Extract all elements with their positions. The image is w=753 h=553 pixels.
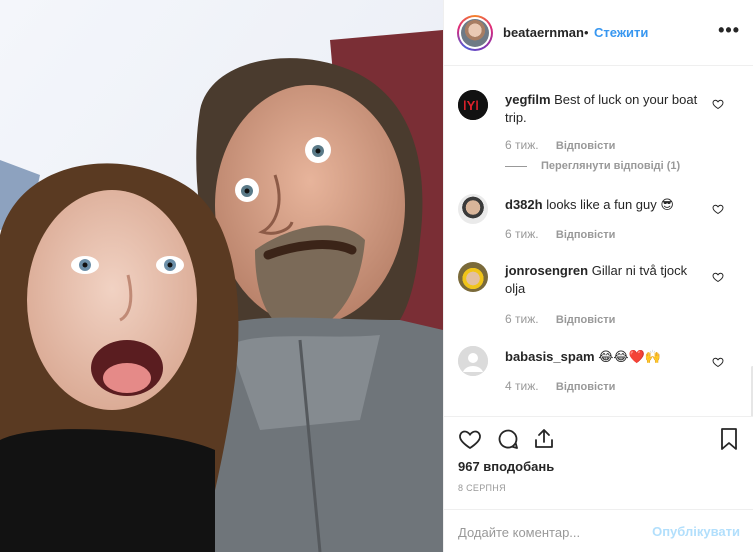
comment-text-block: jonrosengren Gillar ni två tjock olja [505,262,705,298]
comment-time[interactable]: 6 тиж. [505,227,539,241]
view-replies-label: Переглянути відповіді (1) [541,160,681,172]
comment-text-block: babasis_spam 😂😂❤️🙌 [505,348,705,366]
comment-text: looks like a fun guy 😎 [546,197,674,212]
reply-button[interactable]: Відповісти [556,229,615,241]
comment-time[interactable]: 6 тиж. [505,312,539,326]
header-separator: • [584,25,589,40]
bookmark-icon[interactable] [717,427,741,451]
like-comment-heart-icon[interactable] [712,356,724,368]
author-avatar[interactable] [457,15,493,51]
likes-count[interactable]: 967 вподобань [458,459,554,474]
post-photo[interactable] [0,0,443,552]
commenter-avatar[interactable] [458,346,488,376]
commenter-username[interactable]: jonrosengren [505,263,588,278]
like-comment-heart-icon[interactable] [712,271,724,283]
author-avatar-image [459,17,491,49]
reply-button[interactable]: Відповісти [556,314,615,326]
like-comment-heart-icon[interactable] [712,203,724,215]
post-header: beataernman • Стежити ••• [444,0,753,66]
comment-input[interactable] [458,522,648,542]
comment-text-block: yegfilm Best of luck on your boat trip. [505,91,705,127]
commenter-avatar[interactable] [458,262,488,292]
post-date[interactable]: 8 СЕРПНЯ [458,483,506,493]
comment-text-block: d382h looks like a fun guy 😎 [505,196,705,214]
add-comment-bar: Опублікувати [444,509,753,553]
author-username[interactable]: beataernman [503,25,584,40]
comment-time[interactable]: 6 тиж. [505,138,539,152]
commenter-username[interactable]: babasis_spam [505,349,595,364]
commenter-avatar[interactable] [458,194,488,224]
comment-meta: 6 тиж. Відповісти [505,227,615,241]
comments-list: ǀYǀ yegfilm Best of luck on your boat tr… [444,66,753,416]
comment-time[interactable]: 4 тиж. [505,379,539,393]
share-icon[interactable] [532,427,556,451]
view-replies-button[interactable]: Переглянути відповіді (1) [505,160,680,172]
comment-meta: 4 тиж. Відповісти [505,379,615,393]
svg-text:ǀYǀ: ǀYǀ [463,98,479,113]
reply-button[interactable]: Відповісти [556,140,615,152]
commenter-username[interactable]: d382h [505,197,543,212]
commenter-avatar[interactable]: ǀYǀ [458,90,488,120]
post-actions: 967 вподобань 8 СЕРПНЯ Опублікувати [444,416,753,552]
publish-button[interactable]: Опублікувати [652,524,740,539]
comment-meta: 6 тиж. Відповісти [505,138,615,152]
reply-button[interactable]: Відповісти [556,381,615,393]
commenter-username[interactable]: yegfilm [505,92,551,107]
follow-button[interactable]: Стежити [594,25,648,40]
comment-meta: 6 тиж. Відповісти [505,312,615,326]
like-comment-heart-icon[interactable] [712,98,724,110]
post-sidebar: beataernman • Стежити ••• ǀYǀ yegfilm Be… [443,0,753,552]
comment-text: 😂😂❤️🙌 [598,349,661,364]
more-options-icon[interactable]: ••• [718,20,740,41]
like-heart-icon[interactable] [458,427,482,451]
instagram-post-view: beataernman • Стежити ••• ǀYǀ yegfilm Be… [0,0,753,552]
replies-divider [505,165,527,167]
comment-bubble-icon[interactable] [496,427,520,451]
